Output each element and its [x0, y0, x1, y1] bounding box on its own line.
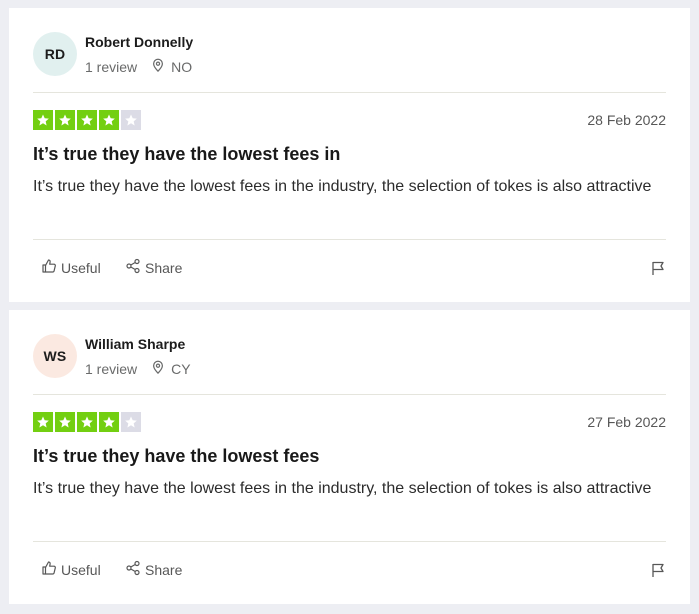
star-icon: [33, 110, 53, 130]
review-feed: RD Robert Donnelly 1 review NO 28 Feb 20…: [0, 0, 699, 614]
country-code: CY: [171, 360, 191, 377]
location: NO: [151, 58, 192, 75]
star-rating: [33, 110, 141, 130]
star-icon: [99, 110, 119, 130]
star-icon: [77, 412, 97, 432]
report-flag-icon[interactable]: [650, 260, 666, 276]
review-count: 1 review: [85, 360, 138, 377]
review-date: 27 Feb 2022: [587, 414, 666, 430]
useful-button[interactable]: Useful: [41, 258, 101, 277]
consumer-info[interactable]: RD Robert Donnelly 1 review NO: [33, 8, 666, 92]
location-pin-icon: [151, 58, 165, 75]
star-icon: [55, 412, 75, 432]
share-icon: [125, 560, 141, 579]
review-card: WS William Sharpe 1 review CY 27 Feb 202…: [9, 310, 690, 604]
avatar[interactable]: WS: [33, 334, 77, 378]
star-icon: [121, 412, 141, 432]
star-icon: [121, 110, 141, 130]
share-label: Share: [145, 561, 183, 578]
avatar[interactable]: RD: [33, 32, 77, 76]
share-button[interactable]: Share: [125, 258, 182, 277]
review-body: It’s true they have the lowest fees in t…: [33, 480, 652, 497]
star-icon: [99, 412, 119, 432]
review-body: It’s true they have the lowest fees in t…: [33, 178, 652, 195]
thumbs-up-icon: [41, 258, 57, 277]
star-icon: [55, 110, 75, 130]
review-count: 1 review: [85, 58, 138, 75]
review-actions: Useful Share: [33, 240, 666, 294]
rating-row: 28 Feb 2022: [33, 93, 666, 147]
useful-button[interactable]: Useful: [41, 560, 101, 579]
star-icon: [33, 412, 53, 432]
consumer-name[interactable]: Robert Donnelly: [85, 34, 193, 50]
useful-label: Useful: [61, 259, 101, 276]
report-flag-icon[interactable]: [650, 562, 666, 578]
location: CY: [151, 360, 191, 377]
location-pin-icon: [151, 360, 165, 377]
share-icon: [125, 258, 141, 277]
share-label: Share: [145, 259, 183, 276]
useful-label: Useful: [61, 561, 101, 578]
consumer-name[interactable]: William Sharpe: [85, 336, 185, 352]
review-actions: Useful Share: [33, 542, 666, 596]
share-button[interactable]: Share: [125, 560, 182, 579]
consumer-meta: 1 review CY: [85, 360, 191, 377]
consumer-info[interactable]: WS William Sharpe 1 review CY: [33, 310, 666, 394]
star-rating: [33, 412, 141, 432]
review-date: 28 Feb 2022: [587, 112, 666, 128]
rating-row: 27 Feb 2022: [33, 395, 666, 449]
review-card: RD Robert Donnelly 1 review NO 28 Feb 20…: [9, 8, 690, 302]
thumbs-up-icon: [41, 560, 57, 579]
star-icon: [77, 110, 97, 130]
country-code: NO: [171, 58, 193, 75]
consumer-meta: 1 review NO: [85, 58, 192, 75]
